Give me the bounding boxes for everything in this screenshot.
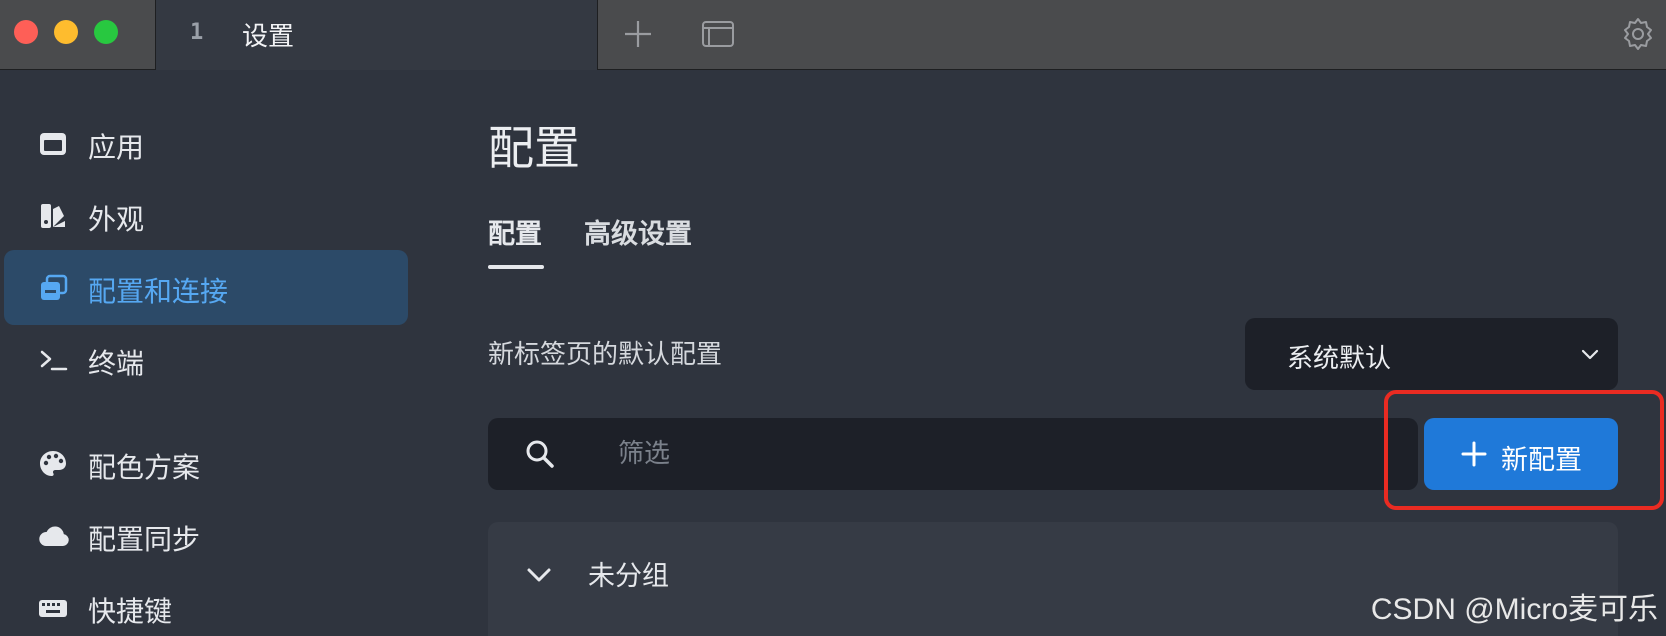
watermark: CSDN @Micro麦可乐 bbox=[1370, 593, 1658, 626]
terminal-icon bbox=[38, 345, 68, 375]
color-palette-icon bbox=[38, 449, 68, 479]
default-profile-label: 新标签页的默认配置 bbox=[488, 340, 723, 370]
gear-icon[interactable] bbox=[1620, 16, 1656, 56]
tab-profiles[interactable]: 配置 bbox=[488, 212, 542, 251]
window-icon bbox=[38, 129, 68, 159]
cloud-icon bbox=[38, 521, 69, 551]
keyboard-icon bbox=[38, 593, 68, 623]
group-label: 未分组 bbox=[588, 561, 669, 592]
filter-box bbox=[488, 418, 1418, 490]
sidebar-item-color-scheme[interactable]: 配色方案 bbox=[4, 426, 408, 501]
sidebar-item-profiles[interactable]: 配置和连接 bbox=[4, 250, 408, 325]
new-profile-label: 新配置 bbox=[1501, 445, 1582, 476]
sidebar-item-config-sync[interactable]: 配置同步 bbox=[4, 498, 408, 573]
default-profile-value: 系统默认 bbox=[1287, 344, 1392, 374]
sidebar-item-label: 快捷键 bbox=[88, 595, 173, 628]
search-icon bbox=[524, 438, 556, 474]
sidebar-item-appearance[interactable]: 外观 bbox=[4, 178, 408, 253]
plus-icon bbox=[1460, 440, 1488, 472]
filter-input[interactable] bbox=[618, 434, 1378, 474]
new-profile-button[interactable]: 新配置 bbox=[1424, 418, 1618, 490]
minimize-window-button[interactable] bbox=[54, 20, 78, 44]
page-title: 配置 bbox=[488, 121, 580, 175]
palette-swatch-icon bbox=[38, 201, 68, 231]
sidebar-item-label: 配置同步 bbox=[88, 523, 201, 556]
tab-number: 1 bbox=[190, 20, 204, 45]
sidebar-item-hotkeys[interactable]: 快捷键 bbox=[4, 570, 408, 636]
profiles-icon bbox=[38, 273, 68, 303]
sidebar-item-label: 外观 bbox=[88, 203, 145, 236]
tab-advanced-settings[interactable]: 高级设置 bbox=[584, 212, 692, 251]
title-bar: 1 设置 bbox=[0, 0, 1666, 70]
default-profile-select[interactable]: 系统默认 bbox=[1245, 318, 1618, 390]
sidebar: 应用 外观 配置和连接 终端 配色方案 配置同步 快捷键 bbox=[0, 70, 420, 636]
sidebar-item-terminal[interactable]: 终端 bbox=[4, 322, 408, 397]
tab-settings[interactable]: 1 设置 bbox=[155, 0, 598, 70]
new-tab-icon[interactable] bbox=[620, 16, 656, 56]
close-window-button[interactable] bbox=[14, 20, 38, 44]
active-tab-indicator bbox=[488, 265, 544, 269]
window-layout-icon[interactable] bbox=[700, 16, 736, 56]
chevron-down-icon bbox=[1578, 342, 1602, 370]
sidebar-item-label: 应用 bbox=[88, 131, 145, 164]
sidebar-item-label: 配置和连接 bbox=[88, 275, 229, 308]
sidebar-item-label: 终端 bbox=[88, 347, 145, 380]
sidebar-item-application[interactable]: 应用 bbox=[4, 106, 408, 181]
chevron-down-icon bbox=[524, 560, 554, 594]
maximize-window-button[interactable] bbox=[94, 20, 118, 44]
tab-title: 设置 bbox=[242, 22, 295, 52]
sidebar-item-label: 配色方案 bbox=[88, 451, 201, 484]
